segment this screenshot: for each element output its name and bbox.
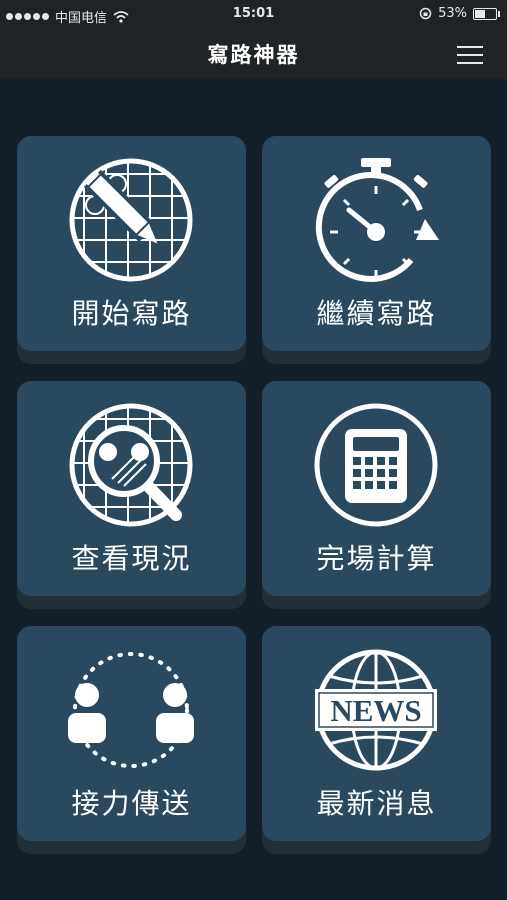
magnifier-grid-icon: [69, 403, 193, 527]
news-badge-text: NEWS: [330, 693, 421, 728]
tile-label: 完場計算: [316, 542, 437, 575]
tile-view-status[interactable]: 查看現況: [17, 381, 246, 609]
status-right: 53%: [419, 6, 500, 21]
calculator-icon: [314, 403, 438, 527]
tile-label: 最新消息: [316, 787, 437, 820]
tile-label: 繼續寫路: [316, 297, 437, 330]
nav-bar: 寫路神器: [0, 30, 507, 79]
tile-relay-send[interactable]: 接力傳送: [17, 626, 246, 854]
tile-label: 開始寫路: [71, 297, 192, 330]
tile-final-calc[interactable]: 完場計算: [262, 381, 491, 609]
menu-icon[interactable]: [457, 46, 483, 64]
tile-label: 接力傳送: [71, 787, 192, 820]
battery-percent: 53%: [438, 6, 467, 21]
tile-label: 查看現況: [71, 542, 192, 575]
tile-continue-writing[interactable]: 繼續寫路: [262, 136, 491, 364]
app-title: 寫路神器: [207, 43, 300, 67]
orientation-lock-icon: [419, 7, 432, 20]
relay-users-icon: [68, 652, 194, 768]
stopwatch-icon: [315, 158, 439, 282]
grid-pencil-icon: [69, 158, 193, 282]
status-bar: 中国电信 15:01 53%: [0, 0, 507, 30]
globe-news-icon: NEWS: [315, 649, 437, 771]
battery-icon: [473, 7, 500, 20]
tile-latest-news[interactable]: NEWS 最新消息: [262, 626, 491, 854]
tile-start-writing[interactable]: 開始寫路: [17, 136, 246, 364]
